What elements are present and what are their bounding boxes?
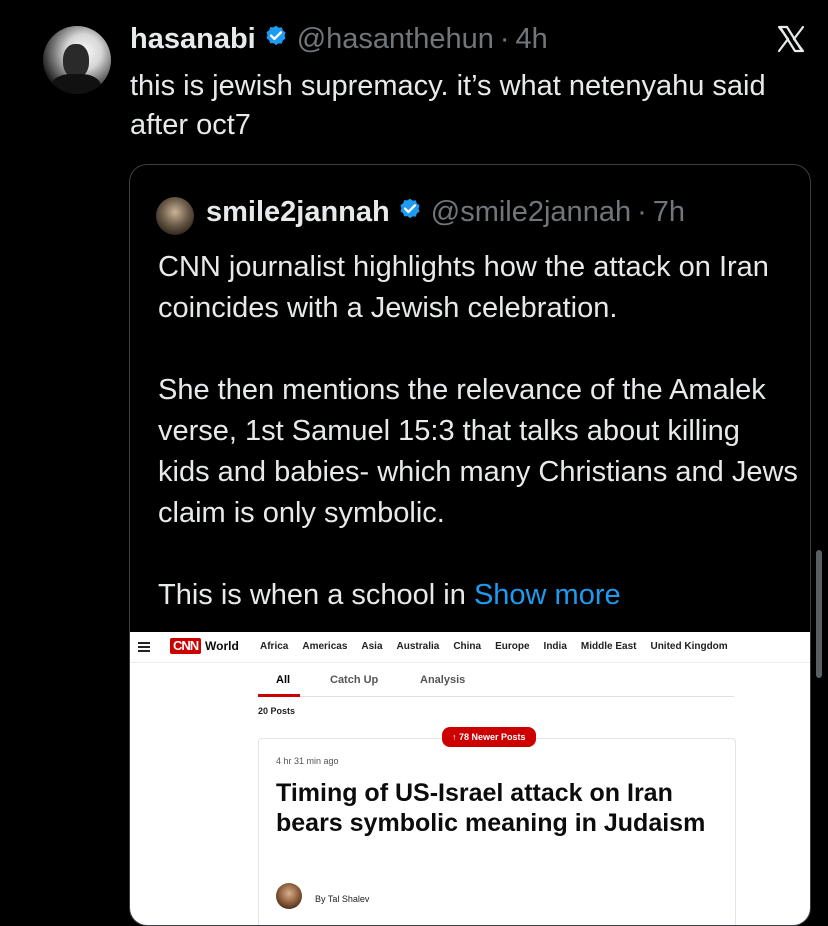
- cnn-tab-all: All: [276, 674, 291, 686]
- quoted-display-name: smile2jannah: [206, 196, 390, 228]
- quoted-tweet-card[interactable]: smile2jannah @smile2jannah · 7h CNN jour…: [129, 164, 811, 926]
- timestamp[interactable]: 4h: [516, 23, 548, 56]
- separator: ·: [637, 196, 647, 228]
- hamburger-menu-icon: [138, 642, 150, 652]
- cnn-nav-link: Middle East: [580, 641, 637, 652]
- cnn-newer-posts-badge: ↑ 78 Newer Posts: [442, 727, 536, 747]
- cnn-nav-link: India: [543, 641, 567, 652]
- cnn-post-time: 4 hr 31 min ago: [276, 756, 339, 766]
- cnn-author: By Tal Shalev: [315, 894, 370, 904]
- show-more-link[interactable]: Show more: [474, 579, 621, 611]
- avatar-body: [51, 74, 101, 94]
- cnn-post-count: 20 Posts: [258, 706, 296, 716]
- scrollbar[interactable]: [816, 550, 822, 678]
- cnn-section: World: [205, 639, 239, 653]
- tweet-text: this is jewish supremacy. it’s what nete…: [130, 70, 766, 141]
- cnn-logo: CNN: [170, 638, 202, 654]
- cnn-tab-underline: [258, 694, 300, 697]
- cnn-nav-link: China: [453, 641, 482, 652]
- cnn-headline: Timing of US-Israel attack on Iran bears…: [276, 779, 706, 837]
- cnn-nav-links: Africa Americas Asia Australia China Eur…: [260, 641, 728, 652]
- cnn-nav-bar: CNN World Africa Americas Asia Australia…: [130, 632, 810, 663]
- cnn-author-avatar: [276, 883, 302, 909]
- x-logo-icon[interactable]: [776, 24, 806, 54]
- cnn-tabs: All Catch Up Analysis: [258, 674, 734, 697]
- cnn-nav-link: Africa: [260, 641, 289, 652]
- verified-badge-icon: [397, 197, 423, 228]
- quoted-header: smile2jannah @smile2jannah · 7h: [206, 196, 685, 229]
- quoted-paragraph-1: CNN journalist highlights how the attack…: [158, 251, 769, 324]
- handle[interactable]: @hasanthehun: [297, 23, 494, 56]
- display-name[interactable]: hasanabi: [130, 23, 256, 56]
- tweet-header: hasanabi @hasanthehun · 4h: [130, 23, 548, 56]
- cnn-nav-link: Australia: [396, 641, 440, 652]
- cnn-nav-link: Europe: [495, 641, 530, 652]
- cnn-tab-catch-up: Catch Up: [330, 674, 379, 686]
- cnn-nav-link: Americas: [302, 641, 348, 652]
- avatar[interactable]: [43, 26, 111, 94]
- quoted-text: CNN journalist highlights how the attack…: [158, 247, 798, 616]
- cnn-tab-analysis: Analysis: [420, 674, 466, 686]
- quoted-paragraph-2: She then mentions the relevance of the A…: [158, 374, 798, 529]
- quoted-paragraph-3: This is when a school in Show more: [158, 575, 798, 616]
- quoted-timestamp: 7h: [652, 196, 686, 228]
- quoted-paragraph-3-text: This is when a school in: [158, 579, 474, 611]
- quoted-handle: @smile2jannah: [430, 196, 632, 228]
- separator: ·: [499, 23, 510, 55]
- avatar-face: [63, 44, 89, 78]
- cnn-nav-link: United Kingdom: [650, 641, 728, 652]
- verified-badge-icon: [263, 24, 289, 55]
- quoted-avatar: [156, 197, 194, 235]
- cnn-nav-link: Asia: [361, 641, 383, 652]
- attached-image[interactable]: CNN World Africa Americas Asia Australia…: [130, 632, 810, 925]
